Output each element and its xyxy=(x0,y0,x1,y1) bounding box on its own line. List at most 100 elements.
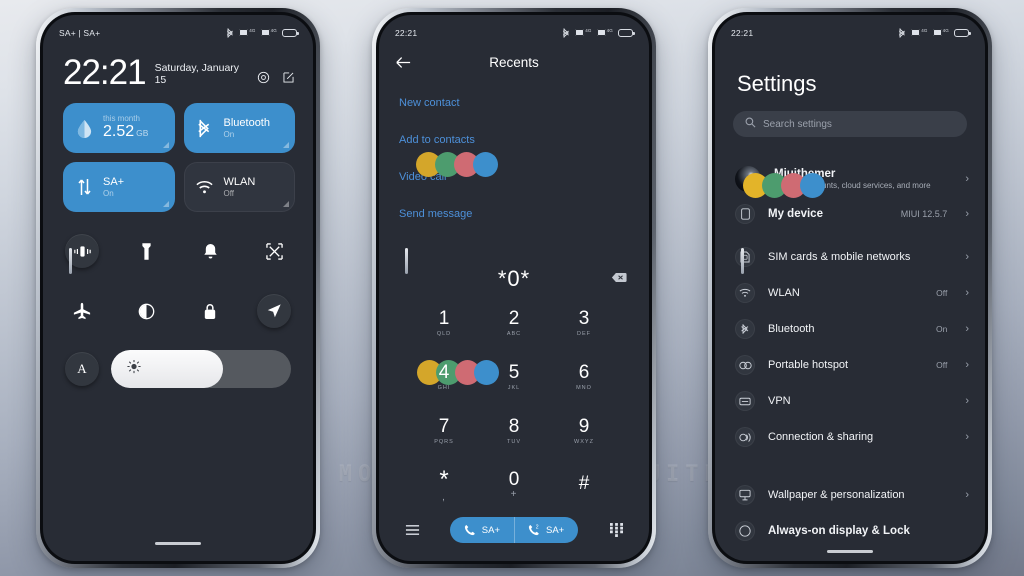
settings-item-sim-cards[interactable]: SIM cards & mobile networks › xyxy=(715,239,985,275)
edit-pencil-icon[interactable] xyxy=(282,71,295,84)
key-letters: MNO xyxy=(576,385,592,391)
dark-mode-icon[interactable] xyxy=(129,294,163,328)
svg-text:2: 2 xyxy=(536,524,539,530)
key-number: 8 xyxy=(508,416,520,437)
key-number: 6 xyxy=(578,362,590,383)
tile-corner-indicator xyxy=(162,142,169,148)
key-2[interactable]: 2 ABC xyxy=(479,304,549,342)
dialer-header: Recents xyxy=(379,45,649,79)
sim-card-icon xyxy=(735,247,755,267)
tile-data-usage[interactable]: this month 2.52 GB xyxy=(63,103,175,153)
key-letters: , xyxy=(442,491,446,503)
signal-icon-sim1: 4G xyxy=(239,28,255,36)
settings-item-vpn[interactable]: VPN › xyxy=(715,383,985,419)
settings-item-my-device[interactable]: My device MIUI 12.5.7 › xyxy=(715,199,985,229)
chevron-right-icon: › xyxy=(965,430,969,443)
bell-icon[interactable] xyxy=(193,234,227,268)
call-buttons-group: SA+ 2 SA+ xyxy=(449,517,579,543)
quick-toggles-row-1 xyxy=(65,234,291,268)
chevron-right-icon: › xyxy=(965,358,969,371)
brightness-slider[interactable] xyxy=(111,350,291,388)
airplane-icon[interactable] xyxy=(65,294,99,328)
dialpad-grid-icon[interactable] xyxy=(605,523,627,537)
link-new-contact[interactable]: New contact xyxy=(399,97,629,109)
key-letters: QLD xyxy=(436,331,452,337)
menu-lines-icon[interactable] xyxy=(401,524,423,536)
signal-icon-sim2: 4G xyxy=(932,28,949,36)
hotspot-icon xyxy=(735,355,755,375)
key-9[interactable]: 9 WXYZ xyxy=(549,412,619,450)
theme-color-blobs xyxy=(417,360,499,385)
status-bar: 22:21 4G 4G xyxy=(379,15,649,41)
chevron-right-icon: › xyxy=(965,250,969,263)
settings-item-label: VPN xyxy=(768,395,791,407)
key-hash[interactable]: # xyxy=(549,466,619,504)
key-number: 1 xyxy=(438,308,450,329)
call-button-sim2-label: SA+ xyxy=(546,524,565,536)
signal-icon-sim2: 4G xyxy=(596,28,613,36)
data-arrows-icon xyxy=(74,178,94,196)
key-6[interactable]: 6 MNO xyxy=(549,358,619,396)
settings-item-portable-hotspot[interactable]: Portable hotspot Off › xyxy=(715,347,985,383)
flashlight-icon[interactable] xyxy=(129,234,163,268)
tile-corner-indicator xyxy=(283,201,289,207)
call-sim2-icon: 2 xyxy=(528,524,539,536)
key-8[interactable]: 8 TUV xyxy=(479,412,549,450)
home-indicator[interactable] xyxy=(155,541,201,545)
settings-gear-icon[interactable] xyxy=(257,71,270,84)
sun-brightness-icon xyxy=(127,359,141,379)
screenshot-icon[interactable] xyxy=(257,234,291,268)
dialed-number[interactable]: *0* xyxy=(498,266,530,292)
quick-toggles-grid xyxy=(43,212,313,328)
tile-mobile-data[interactable]: SA+ On xyxy=(63,162,175,212)
settings-list: Miuithemer Manage accounts, cloud servic… xyxy=(715,151,985,549)
settings-item-wallpaper[interactable]: Wallpaper & personalization › xyxy=(715,477,985,513)
key-4[interactable]: 4 GHI xyxy=(409,358,499,396)
key-3[interactable]: 3 DEF xyxy=(549,304,619,342)
tile-data-label: SA+ xyxy=(103,175,125,188)
settings-item-aod-lock[interactable]: Always-on display & Lock xyxy=(715,513,985,549)
theme-color-blobs xyxy=(743,173,825,198)
signal-icon-sim1: 4G xyxy=(575,28,591,36)
lock-icon[interactable] xyxy=(193,294,227,328)
key-number: 2 xyxy=(508,308,520,329)
key-0[interactable]: 0 + xyxy=(479,466,549,504)
tile-bluetooth-state: On xyxy=(223,129,235,139)
settings-item-connection-sharing[interactable]: Connection & sharing › xyxy=(715,419,985,455)
chevron-right-icon: › xyxy=(965,286,969,299)
settings-item-label: My device xyxy=(768,208,823,220)
settings-item-wlan[interactable]: WLAN Off › xyxy=(715,275,985,311)
data-drop-icon xyxy=(74,119,94,138)
chevron-right-icon: › xyxy=(965,394,969,407)
location-icon[interactable] xyxy=(257,294,291,328)
link-add-to-contacts[interactable]: Add to contacts xyxy=(399,134,629,146)
key-number: 0 xyxy=(508,469,520,490)
dialer-title: Recents xyxy=(489,54,539,70)
phone-settings: 22:21 4G 4G Settings Search settings Miu… xyxy=(708,8,992,568)
signal-icon-sim1: 4G xyxy=(911,28,927,36)
backspace-icon[interactable] xyxy=(611,270,627,288)
bluetooth-icon xyxy=(563,27,570,38)
search-input[interactable]: Search settings xyxy=(733,111,967,137)
link-send-message[interactable]: Send message xyxy=(399,208,629,220)
settings-item-bluetooth[interactable]: Bluetooth On › xyxy=(715,311,985,347)
key-number: 7 xyxy=(438,416,450,437)
side-button[interactable] xyxy=(69,248,72,274)
tile-wlan[interactable]: WLAN Off xyxy=(183,162,295,212)
side-button[interactable] xyxy=(741,248,744,274)
key-number: # xyxy=(578,473,590,494)
tile-corner-indicator xyxy=(283,142,289,148)
key-7[interactable]: 7 PQRS xyxy=(409,412,479,450)
key-star[interactable]: *, xyxy=(409,466,479,504)
aod-lock-icon xyxy=(735,521,755,541)
home-indicator[interactable] xyxy=(827,549,873,553)
call-button-sim1[interactable]: SA+ xyxy=(450,517,514,543)
tile-data-top: this month xyxy=(103,113,140,123)
key-letters: PQRS xyxy=(434,439,454,445)
key-number: 5 xyxy=(508,362,520,383)
key-1[interactable]: 1 QLD xyxy=(409,304,479,342)
side-button[interactable] xyxy=(405,248,408,274)
auto-brightness-button[interactable]: A xyxy=(65,352,99,386)
call-button-sim2[interactable]: 2 SA+ xyxy=(514,517,578,543)
tile-bluetooth[interactable]: Bluetooth On xyxy=(183,103,295,153)
